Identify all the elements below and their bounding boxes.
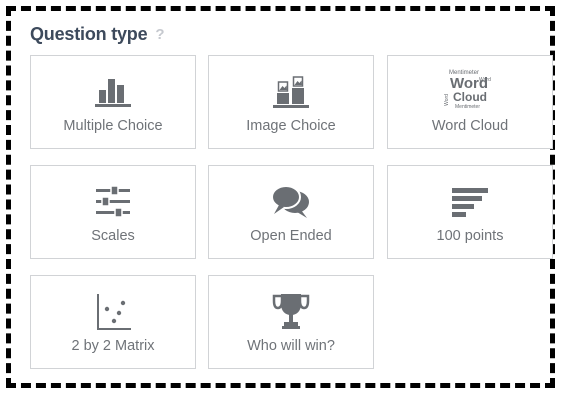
tile-image-choice[interactable]: Image Choice <box>208 55 374 149</box>
tile-label: Scales <box>91 228 135 244</box>
tile-2-by-2-matrix[interactable]: 2 by 2 Matrix <box>30 275 196 369</box>
sliders-icon <box>31 182 195 222</box>
section-header: Question type ? <box>30 22 165 46</box>
tile-open-ended[interactable]: Open Ended <box>208 165 374 259</box>
word-cloud-icon: Mentimeter Word Word Word Cloud Mentimet… <box>388 70 552 112</box>
tile-100-points[interactable]: 100 points <box>387 165 553 259</box>
tile-label: Multiple Choice <box>63 118 163 134</box>
speech-bubbles-icon <box>209 182 373 222</box>
help-icon[interactable]: ? <box>155 26 164 43</box>
bar-chart-icon <box>31 72 195 112</box>
tile-scales[interactable]: Scales <box>30 165 196 259</box>
trophy-icon <box>209 292 373 332</box>
tile-label: Open Ended <box>250 228 332 244</box>
tile-label: 2 by 2 Matrix <box>71 338 155 354</box>
tile-multiple-choice[interactable]: Multiple Choice <box>30 55 196 149</box>
tile-label: 100 points <box>436 228 504 244</box>
word-cloud-word: Word <box>450 75 489 92</box>
tile-label: Word Cloud <box>431 118 509 134</box>
tile-word-cloud[interactable]: Mentimeter Word Word Word Cloud Mentimet… <box>387 55 553 149</box>
scatter-matrix-icon <box>31 292 195 332</box>
tile-who-will-win[interactable]: Who will win? <box>208 275 374 369</box>
tile-label: Image Choice <box>246 118 336 134</box>
image-choice-icon <box>209 72 373 112</box>
horizontal-bars-icon <box>388 182 552 222</box>
section-title: Question type <box>30 23 148 44</box>
word-cloud-word: Mentimeter <box>455 104 481 110</box>
tile-label: Who will win? <box>247 338 335 354</box>
word-cloud-word: Word <box>443 94 450 106</box>
word-cloud-word: Cloud <box>453 90 487 104</box>
